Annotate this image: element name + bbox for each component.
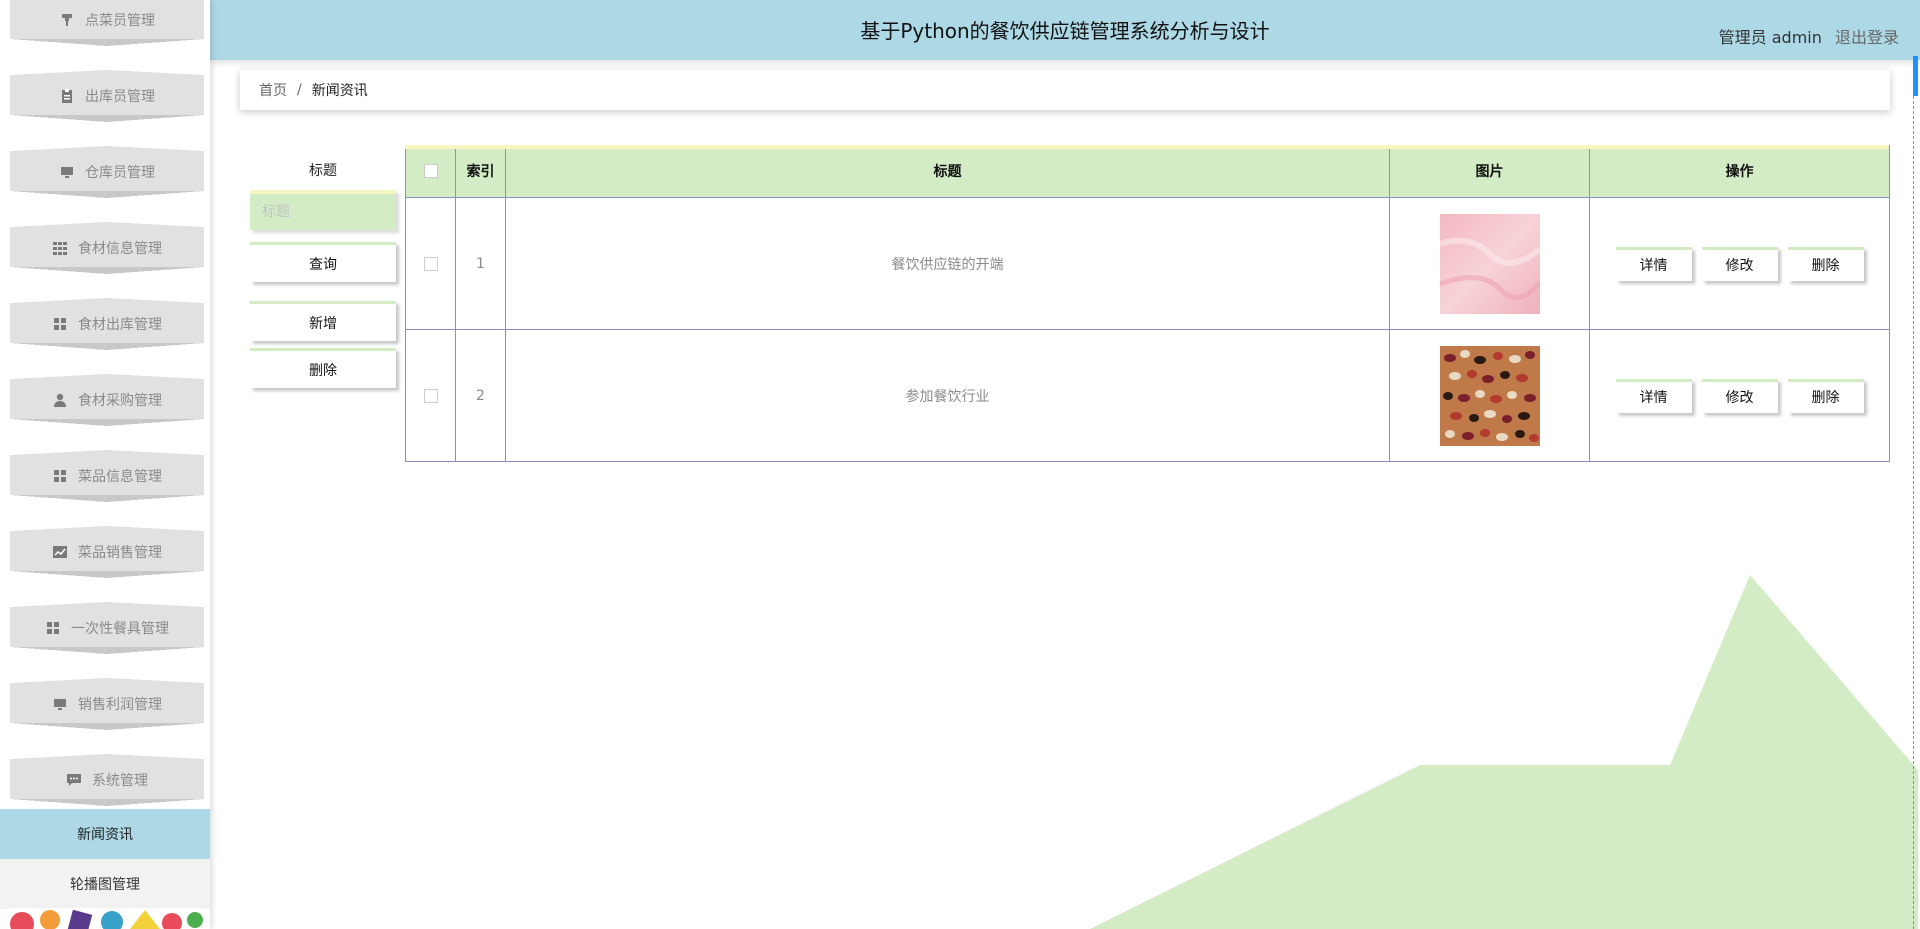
row-actions: 详情 修改 删除 [1589,197,1890,330]
sidebar-item-system[interactable]: 系统管理 [10,754,204,806]
breadcrumb-separator: / [297,82,302,98]
table-header-row: 索引 标题 图片 操作 [405,145,1890,198]
row-index: 2 [455,329,506,462]
site-title: 基于Python的餐饮供应链管理系统分析与设计 [860,19,1270,43]
sidebar-subitem-carousel[interactable]: 轮播图管理 [0,859,210,909]
podium-icon [59,12,75,28]
row-checkbox[interactable] [423,388,438,403]
news-thumbnail-pink [1439,213,1540,314]
page-edge-guide [1913,56,1914,929]
column-header-image: 图片 [1389,145,1590,198]
detail-button[interactable]: 详情 [1615,378,1692,413]
sidebar-item-label: 销售利润管理 [78,697,162,713]
sidebar-subitem-label: 轮播图管理 [70,877,140,893]
title-search-input[interactable] [250,190,396,230]
column-header-actions: 操作 [1589,145,1890,198]
delete-button[interactable]: 删除 [1787,378,1864,413]
sidebar-item-dish-sales[interactable]: 菜品销售管理 [10,526,204,578]
sidebar-subitem-label: 新闻资讯 [77,827,133,843]
add-button[interactable]: 新增 [250,301,396,341]
row-image-cell [1389,329,1590,462]
apps-icon [52,316,68,332]
sidebar-item-label: 一次性餐具管理 [71,621,169,637]
top-header: 基于Python的餐饮供应链管理系统分析与设计 管理员 admin 退出登录 [210,0,1920,60]
chat-icon [66,772,82,788]
row-actions: 详情 修改 删除 [1589,329,1890,462]
batch-delete-button[interactable]: 删除 [250,348,396,388]
column-header-title: 标题 [505,145,1390,198]
sidebar-item-label: 食材采购管理 [78,393,162,409]
select-all-cell [405,145,456,198]
edit-button[interactable]: 修改 [1701,378,1778,413]
row-image-cell [1389,197,1590,330]
sidebar-item-label: 点菜员管理 [85,13,155,29]
background-decoration [1090,575,1918,929]
sidebar-item-ingredient-info[interactable]: 食材信息管理 [10,222,204,274]
clipboard-icon [59,88,75,104]
sidebar-item-label: 食材出库管理 [78,317,162,333]
sidebar-item-label: 菜品信息管理 [78,469,162,485]
user-label: 管理员 admin [1718,28,1822,47]
scrollbar-thumb[interactable] [1913,56,1918,96]
search-button[interactable]: 查询 [250,242,396,282]
delete-button[interactable]: 删除 [1787,246,1864,281]
column-header-index: 索引 [455,145,506,198]
sidebar-item-disposable-tableware[interactable]: 一次性餐具管理 [10,602,204,654]
table-row: 1 餐饮供应链的开端 详情 修改 删除 [405,197,1890,330]
sidebar-item-order-staff[interactable]: 点菜员管理 [10,0,204,46]
news-thumbnail-beans [1439,345,1540,446]
sidebar-item-ingredient-purchase[interactable]: 食材采购管理 [10,374,204,426]
sidebar-item-dish-info[interactable]: 菜品信息管理 [10,450,204,502]
sidebar: 点菜员管理 出库员管理 仓库员管理 食材信息管理 食材出库管理 食材采购管理 菜… [0,0,210,929]
row-checkbox[interactable] [423,256,438,271]
apps-icon [52,468,68,484]
table-row: 2 参加餐饮行业 详情 修改 删除 [405,329,1890,462]
sidebar-item-ingredient-outbound[interactable]: 食材出库管理 [10,298,204,350]
logout-link[interactable]: 退出登录 [1835,28,1899,47]
row-title: 参加餐饮行业 [505,329,1390,462]
sidebar-item-label: 食材信息管理 [78,241,162,257]
monitor-icon [52,696,68,712]
sidebar-item-outbound-staff[interactable]: 出库员管理 [10,70,204,122]
breadcrumb-home[interactable]: 首页 [259,80,287,100]
chart-icon [52,544,68,560]
sidebar-decoration-image [10,908,204,929]
news-table: 索引 标题 图片 操作 1 餐饮供应链的开端 详情 修改 删除 2 参加餐饮行业… [405,145,1890,462]
row-select-cell [405,197,456,330]
user-area: 管理员 admin 退出登录 [1719,24,1899,48]
sidebar-item-label: 系统管理 [92,773,148,789]
detail-button[interactable]: 详情 [1615,246,1692,281]
select-all-checkbox[interactable] [423,164,438,178]
apps-icon [45,620,61,636]
sidebar-item-label: 出库员管理 [85,89,155,105]
row-title: 餐饮供应链的开端 [505,197,1390,330]
breadcrumb: 首页 / 新闻资讯 [240,70,1890,110]
filter-title-label: 标题 [309,163,337,179]
monitor-icon [59,164,75,180]
row-index: 1 [455,197,506,330]
breadcrumb-current: 新闻资讯 [311,83,368,99]
row-select-cell [405,329,456,462]
sidebar-subitem-news[interactable]: 新闻资讯 [0,809,210,859]
sidebar-item-label: 仓库员管理 [85,165,155,181]
edit-button[interactable]: 修改 [1701,246,1778,281]
grid-icon [52,240,68,256]
sidebar-item-sales-profit[interactable]: 销售利润管理 [10,678,204,730]
sidebar-item-label: 菜品销售管理 [78,545,162,561]
user-icon [52,392,68,408]
sidebar-item-warehouse-staff[interactable]: 仓库员管理 [10,146,204,198]
